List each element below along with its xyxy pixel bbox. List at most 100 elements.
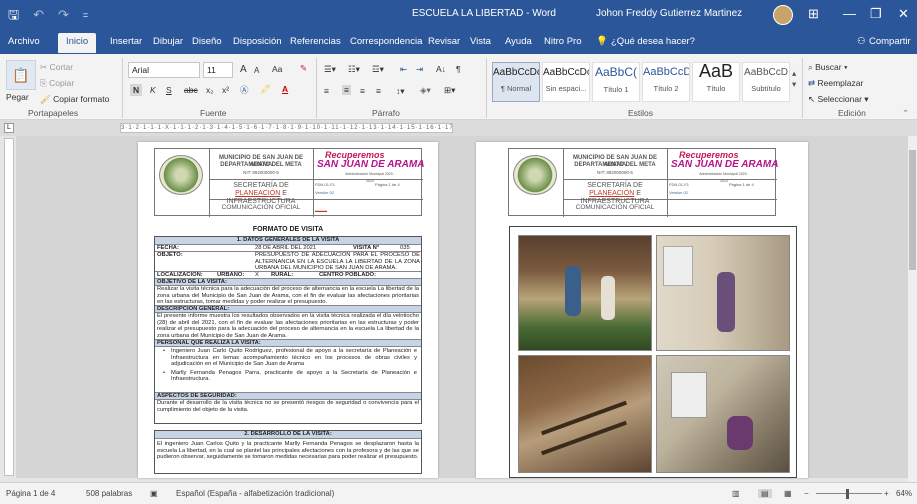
- personnel-header: PERSONAL QUE REALIZA LA VISITA:: [155, 340, 421, 347]
- bullets-icon[interactable]: ☰▾: [324, 64, 336, 75]
- site-photo-4[interactable]: [656, 355, 790, 473]
- decrease-indent-icon[interactable]: ⇤: [400, 64, 407, 75]
- line-spacing-icon[interactable]: ↕▾: [396, 86, 405, 97]
- page-count[interactable]: Página 1 de 4: [6, 489, 55, 498]
- change-case-button[interactable]: Aa: [272, 64, 282, 74]
- tab-diseno[interactable]: Diseño: [192, 36, 222, 47]
- word-count[interactable]: 508 palabras: [86, 489, 132, 498]
- find-button[interactable]: ⌕ Buscar ▾: [808, 62, 848, 73]
- copy-icon: ⎘: [40, 78, 50, 88]
- development-table: 2. DESARROLLO DE LA VISITA: El ingeniero…: [154, 430, 422, 474]
- format-painter-button[interactable]: 🖌 Copiar formato: [40, 94, 109, 105]
- tab-revisar[interactable]: Revisar: [428, 36, 460, 47]
- style-no-spacing[interactable]: AaBbCcDc Sin espaci...: [542, 62, 590, 102]
- collapse-ribbon-icon[interactable]: ⌃: [902, 108, 909, 119]
- shrink-font-button[interactable]: A: [254, 66, 259, 75]
- cut-button[interactable]: ✂ Cortar: [40, 62, 73, 73]
- tab-selector[interactable]: L: [4, 123, 14, 133]
- vertical-ruler[interactable]: [4, 138, 14, 476]
- save-icon[interactable]: 🖫: [8, 6, 19, 24]
- customize-icon[interactable]: =: [83, 6, 88, 24]
- zoom-out-button[interactable]: −: [804, 489, 809, 498]
- web-layout-icon[interactable]: ▦: [784, 489, 792, 498]
- highlight-icon[interactable]: 🖍: [260, 84, 271, 95]
- select-button[interactable]: ↖ Seleccionar ▾: [808, 94, 869, 105]
- font-color-icon[interactable]: A: [282, 84, 288, 94]
- numbering-icon[interactable]: ☷▾: [348, 64, 360, 75]
- multilevel-list-icon[interactable]: ☲▾: [372, 64, 384, 75]
- superscript-button[interactable]: x²: [222, 85, 229, 95]
- grow-font-button[interactable]: A: [240, 64, 247, 75]
- increase-indent-icon[interactable]: ⇥: [416, 64, 423, 75]
- style-normal[interactable]: AaBbCcDc ¶ Normal: [492, 62, 540, 102]
- minimize-button[interactable]: —: [843, 6, 856, 21]
- avatar[interactable]: [773, 5, 793, 25]
- share-button[interactable]: Compartir: [869, 36, 911, 47]
- close-button[interactable]: ✕: [898, 6, 909, 22]
- style-title[interactable]: AaB Título: [692, 61, 740, 102]
- style-heading-2[interactable]: AaBbCcD Título 2: [642, 62, 690, 102]
- copy-button[interactable]: ⎘ Copiar: [40, 78, 74, 89]
- tab-disposicion[interactable]: Disposición: [233, 36, 282, 47]
- strikethrough-button[interactable]: abc: [184, 85, 198, 95]
- page-1[interactable]: MUNICIPIO DE SAN JUAN DE ARAMA DEPARTAME…: [138, 142, 438, 478]
- zoom-in-button[interactable]: +: [884, 489, 889, 498]
- sort-icon[interactable]: A↓: [436, 64, 446, 74]
- horizontal-ruler[interactable]: 3·1·2·1·1·1·X·1·1·1·2·1·3·1·4·1·5·1·6·1·…: [120, 123, 453, 133]
- style-subtitle[interactable]: AaBbCcD Subtítulo: [742, 62, 790, 102]
- zoom-level[interactable]: 64%: [896, 489, 912, 498]
- align-right-icon[interactable]: ≡: [360, 86, 365, 96]
- site-photo-2[interactable]: [656, 235, 790, 351]
- styles-scroll-icon[interactable]: ▴ ▾: [792, 68, 796, 90]
- focus-mode-icon[interactable]: ▥: [732, 489, 740, 498]
- restore-button[interactable]: ❐: [870, 6, 882, 22]
- underline-button[interactable]: S: [166, 85, 172, 95]
- italic-button[interactable]: K: [150, 85, 156, 95]
- clear-format-icon[interactable]: ✎: [300, 63, 307, 74]
- justify-icon[interactable]: ≡: [376, 86, 381, 96]
- security-header: ASPECTOS DE SEGURIDAD:: [155, 393, 421, 400]
- tab-correspondencia[interactable]: Correspondencia: [350, 36, 422, 47]
- redo-icon[interactable]: ↷: [58, 6, 69, 24]
- align-center-icon[interactable]: ≡: [342, 85, 351, 95]
- tab-archivo[interactable]: Archivo: [8, 36, 40, 47]
- pilcrow-icon[interactable]: ¶: [456, 64, 461, 74]
- undo-icon[interactable]: ↶: [33, 6, 44, 24]
- tab-dibujar[interactable]: Dibujar: [153, 36, 183, 47]
- page-2[interactable]: MUNICIPIO DE SAN JUAN DE ARAMA DEPARTAME…: [476, 142, 808, 478]
- tab-insertar[interactable]: Insertar: [110, 36, 142, 47]
- language-status[interactable]: Español (España - alfabetización tradici…: [176, 489, 334, 498]
- tab-vista[interactable]: Vista: [470, 36, 491, 47]
- site-photo-1[interactable]: [518, 235, 652, 351]
- style-heading-1[interactable]: AaBbC(Título 1: [592, 62, 640, 102]
- text-effects-icon[interactable]: Ⓐ: [240, 84, 249, 96]
- clipboard-icon[interactable]: 📋: [6, 60, 36, 90]
- font-size-select[interactable]: 11: [203, 62, 233, 78]
- tab-inicio[interactable]: Inicio: [58, 33, 97, 53]
- tab-ayuda[interactable]: Ayuda: [505, 36, 532, 47]
- font-name-select[interactable]: Arial: [128, 62, 200, 78]
- scroll-thumb[interactable]: [909, 150, 916, 270]
- zoom-slider-thumb[interactable]: [846, 489, 849, 499]
- shading-icon[interactable]: ◈▾: [420, 85, 431, 96]
- vertical-scrollbar[interactable]: [908, 136, 917, 482]
- print-layout-icon[interactable]: ▤: [758, 489, 772, 498]
- paste-button[interactable]: Pegar: [6, 92, 29, 102]
- tab-referencias[interactable]: Referencias: [290, 36, 341, 47]
- align-left-icon[interactable]: ≡: [324, 86, 329, 96]
- proofing-icon[interactable]: ▣: [150, 489, 158, 498]
- replace-button[interactable]: ⇄ Reemplazar: [808, 78, 863, 89]
- status-bar: Página 1 de 4 508 palabras ▣ Español (Es…: [0, 482, 917, 504]
- user-name[interactable]: Johon Freddy Gutierrez Martinez: [596, 8, 742, 19]
- site-photo-3[interactable]: [518, 355, 652, 473]
- borders-icon[interactable]: ⊞▾: [444, 85, 455, 96]
- zoom-slider[interactable]: [816, 493, 882, 494]
- subscript-button[interactable]: x₂: [206, 85, 214, 95]
- clipboard-group-label: Portapapeles: [28, 108, 79, 118]
- tell-me-input[interactable]: ¿Qué desea hacer?: [611, 36, 695, 47]
- bold-button[interactable]: N: [130, 84, 143, 96]
- municipal-seal: [159, 155, 203, 195]
- security-text: Durante el desarrollo de la visita técni…: [157, 400, 419, 413]
- tab-nitro-pro[interactable]: Nitro Pro: [544, 36, 581, 47]
- ribbon-display-icon[interactable]: ⊞: [808, 6, 819, 22]
